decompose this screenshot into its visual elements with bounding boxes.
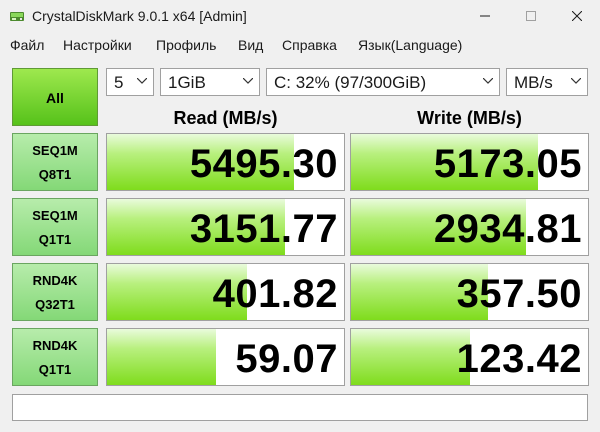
chevron-down-icon — [571, 78, 581, 84]
test-queue: Q8T1 — [38, 167, 72, 182]
read-result-cell: 59.07 — [106, 328, 345, 386]
minimize-button[interactable] — [462, 0, 508, 32]
chevron-down-icon — [137, 78, 147, 84]
chevron-down-icon — [483, 78, 493, 84]
menu-language[interactable]: Язык(Language) — [358, 37, 462, 53]
test-queue: Q1T1 — [38, 362, 72, 377]
close-button[interactable] — [554, 0, 600, 32]
menu-file[interactable]: Файл — [10, 37, 44, 53]
write-result-cell: 2934.81 — [350, 198, 589, 256]
write-result-bar — [351, 329, 470, 385]
drive-select[interactable]: C: 32% (97/300GiB) — [266, 68, 500, 96]
close-icon — [572, 11, 582, 21]
crystaldiskmark-window: CrystalDiskMark 9.0.1 x64 [Admin] Файл Н… — [0, 0, 600, 432]
window-title: CrystalDiskMark 9.0.1 x64 [Admin] — [32, 8, 247, 24]
read-result-bar — [107, 329, 217, 385]
test-size-select[interactable]: 1GiB — [160, 68, 260, 96]
read-result-cell: 401.82 — [106, 263, 345, 321]
run-all-button[interactable]: All — [12, 68, 98, 126]
test-size-value: 1GiB — [168, 73, 206, 92]
write-result-value: 2934.81 — [433, 207, 582, 251]
test-seq1m-q8t1-button[interactable]: SEQ1M Q8T1 — [12, 133, 98, 191]
title-bar[interactable]: CrystalDiskMark 9.0.1 x64 [Admin] — [0, 0, 600, 32]
test-name: RND4K — [32, 273, 78, 288]
test-queue: Q32T1 — [35, 297, 75, 312]
comment-input[interactable] — [12, 394, 588, 421]
app-disk-icon — [10, 12, 24, 21]
test-queue: Q1T1 — [38, 232, 72, 247]
read-result-value: 3151.77 — [189, 207, 338, 251]
unit-select[interactable]: MB/s — [506, 68, 588, 96]
read-column-header: Read (MB/s) — [173, 108, 278, 128]
read-result-value: 401.82 — [212, 272, 338, 316]
write-result-value: 5173.05 — [433, 142, 582, 186]
minimize-icon — [480, 15, 490, 17]
read-result-cell: 3151.77 — [106, 198, 345, 256]
menu-profile[interactable]: Профиль — [156, 37, 216, 53]
menu-view[interactable]: Вид — [238, 37, 263, 53]
chevron-down-icon — [243, 78, 253, 84]
drive-value: C: 32% (97/300GiB) — [274, 73, 427, 92]
test-rnd4k-q32t1-button[interactable]: RND4K Q32T1 — [12, 263, 98, 321]
menu-help[interactable]: Справка — [282, 37, 337, 53]
menu-settings[interactable]: Настройки — [63, 37, 132, 53]
test-name: SEQ1M — [32, 208, 78, 223]
write-column-header: Write (MB/s) — [417, 108, 522, 128]
test-rnd4k-q1t1-button[interactable]: RND4K Q1T1 — [12, 328, 98, 386]
menu-bar: Файл Настройки Профиль Вид Справка Язык(… — [0, 33, 600, 57]
test-count-select[interactable]: 5 — [106, 68, 154, 96]
maximize-icon — [526, 11, 536, 21]
read-result-cell: 5495.30 — [106, 133, 345, 191]
test-name: SEQ1M — [32, 143, 78, 158]
write-result-cell: 357.50 — [350, 263, 589, 321]
test-name: RND4K — [32, 338, 78, 353]
maximize-button[interactable] — [508, 0, 554, 32]
write-result-value: 357.50 — [456, 272, 582, 316]
write-result-cell: 123.42 — [350, 328, 589, 386]
test-seq1m-q1t1-button[interactable]: SEQ1M Q1T1 — [12, 198, 98, 256]
unit-value: MB/s — [514, 73, 553, 92]
read-result-value: 59.07 — [235, 337, 338, 381]
read-result-value: 5495.30 — [189, 142, 338, 186]
write-result-cell: 5173.05 — [350, 133, 589, 191]
test-count-value: 5 — [114, 73, 124, 92]
write-result-value: 123.42 — [456, 337, 582, 381]
